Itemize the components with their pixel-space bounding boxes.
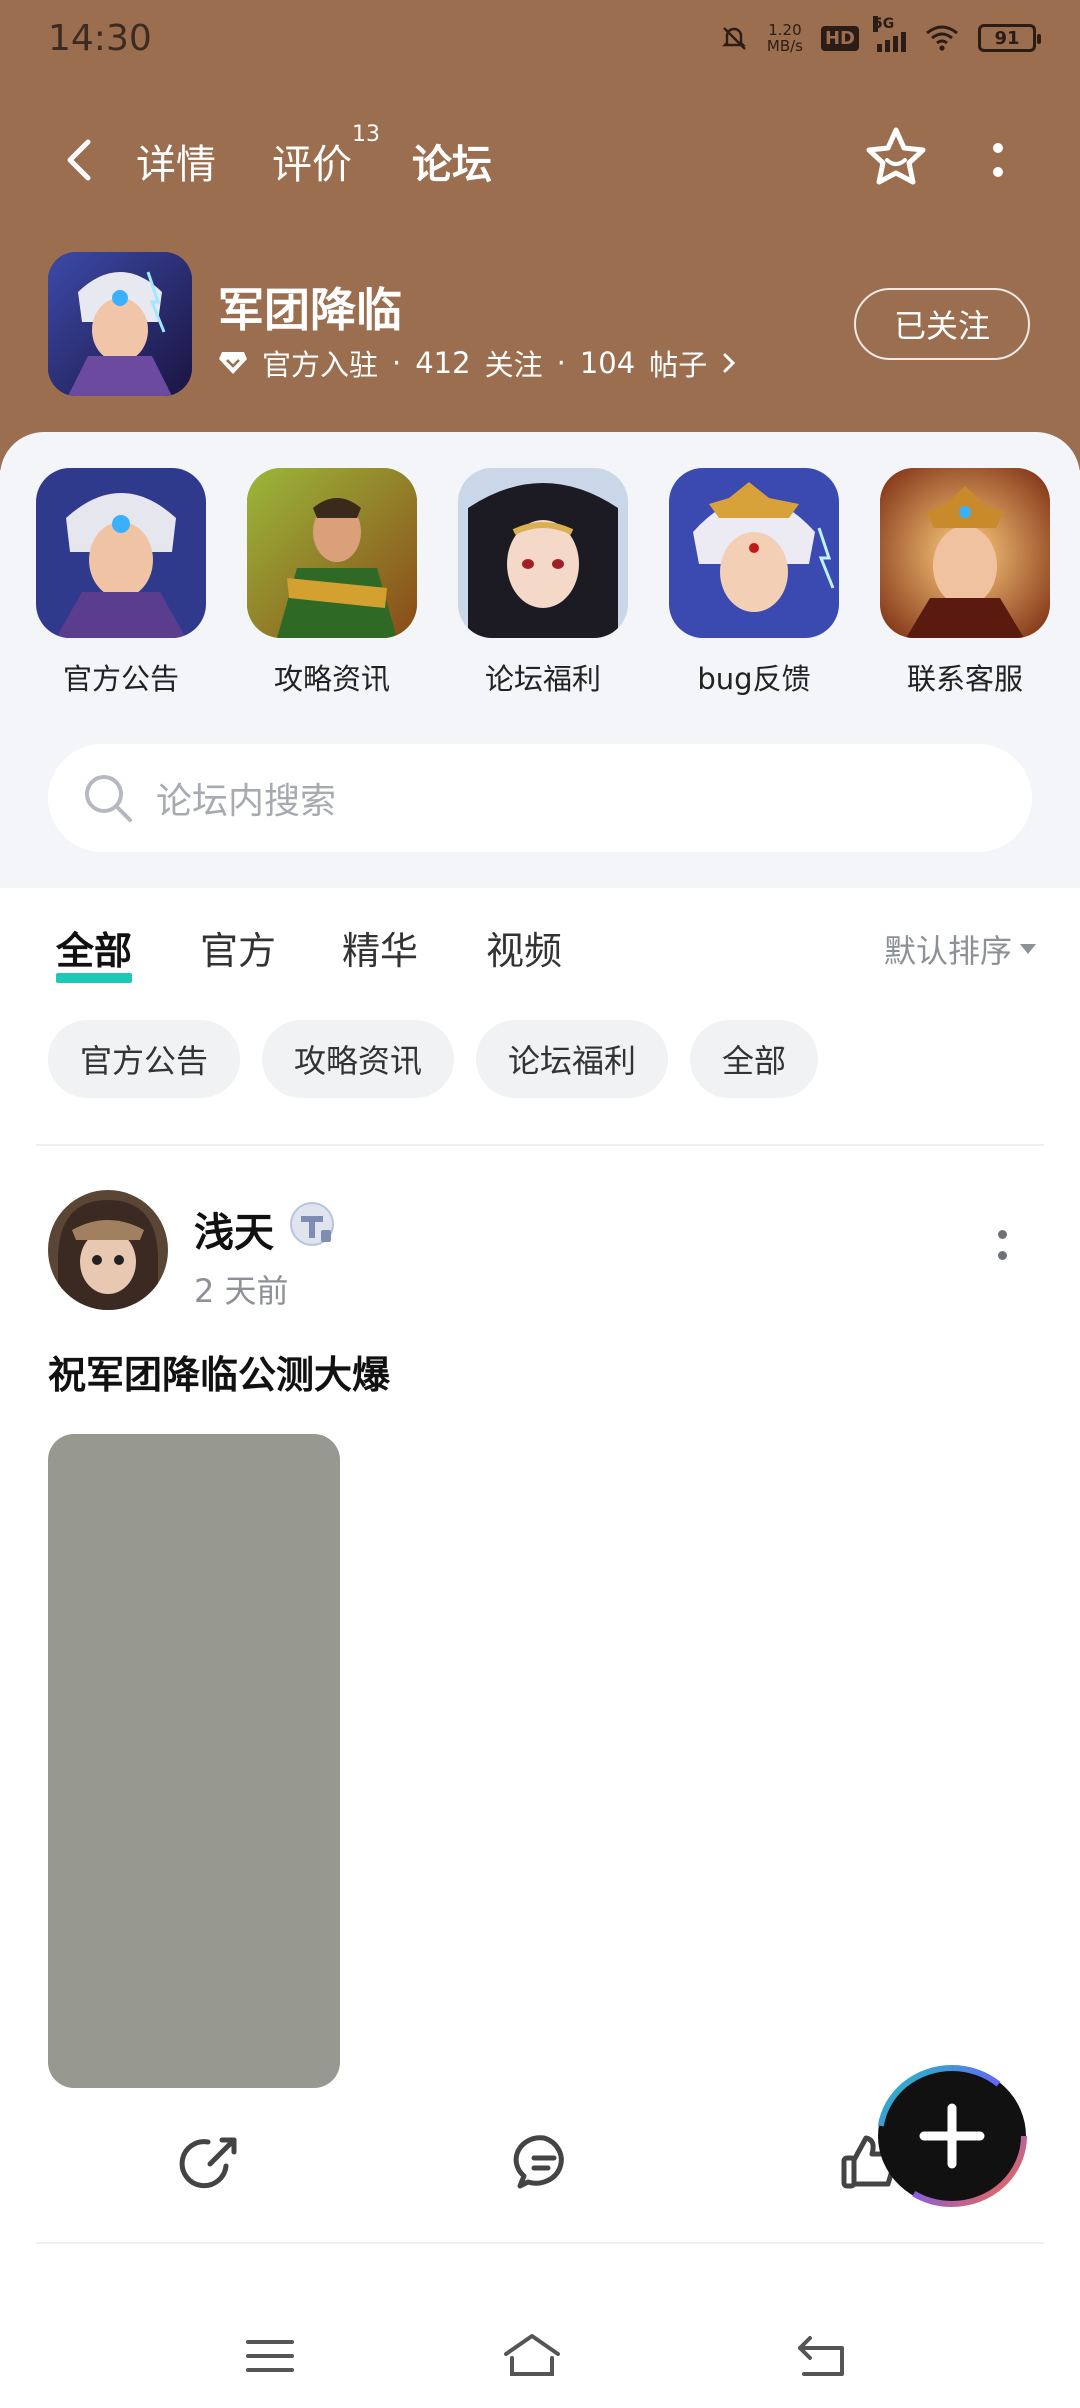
tab-reviews-label: 评价: [272, 142, 352, 188]
divider: [36, 1144, 1044, 1146]
status-icons: 1.20 MB/s HD 5G 91: [719, 16, 1041, 54]
shortcut-label: 联系客服: [906, 662, 1023, 696]
divider: [36, 2242, 1044, 2244]
shortcut-bug-report[interactable]: bug反馈: [669, 468, 839, 698]
battery-icon: 91: [978, 24, 1041, 52]
menu-icon[interactable]: [238, 2324, 302, 2388]
shortcut-support[interactable]: 联系客服: [880, 468, 1050, 698]
chip-all[interactable]: 全部: [690, 1020, 819, 1098]
post-time: 2 天前: [194, 1272, 289, 1310]
sort-dropdown[interactable]: 默认排序: [884, 926, 1036, 972]
comment-icon[interactable]: [512, 2130, 576, 2194]
followers-count: 412: [415, 346, 471, 380]
tab-reviews[interactable]: 评价 13: [272, 122, 380, 190]
shortcut-label: bug反馈: [697, 662, 811, 696]
sort-label: 默认排序: [883, 932, 1012, 970]
post-image[interactable]: [48, 1434, 340, 2088]
shortcut-guides[interactable]: 攻略资讯: [247, 468, 417, 698]
game-icon[interactable]: [48, 252, 192, 396]
hd-icon: HD: [820, 25, 859, 51]
follow-button[interactable]: 已关注: [854, 288, 1030, 360]
post-author[interactable]: 浅天: [194, 1200, 274, 1258]
post-title[interactable]: 祝军团降临公测大爆: [48, 1344, 390, 1399]
filter-tab-video[interactable]: 视频: [486, 920, 562, 975]
filter-tab-featured[interactable]: 精华: [342, 920, 418, 975]
game-name: 军团降临: [218, 283, 402, 337]
top-nav: 详情 评价 13 论坛: [0, 110, 1080, 210]
shortcut-thumb: [247, 468, 417, 638]
game-info: 军团降临 官方入驻 · 412 关注 · 104 帖子 已关注: [48, 252, 1048, 402]
net-speed-unit: MB/s: [766, 37, 803, 55]
search-placeholder: 论坛内搜索: [156, 781, 337, 822]
back-nav-icon[interactable]: [790, 2324, 854, 2388]
posts-count: 104: [579, 346, 636, 380]
official-label: 官方入驻: [262, 348, 379, 382]
filter-tab-all[interactable]: 全部: [56, 920, 133, 983]
shortcut-thumb: [458, 468, 628, 638]
posts-label[interactable]: 帖子: [649, 342, 707, 384]
search-icon: [85, 775, 132, 822]
tab-details[interactable]: 详情: [136, 132, 216, 190]
avatar[interactable]: [48, 1190, 168, 1310]
game-meta: 官方入驻 · 412 关注 · 104 帖子: [218, 342, 737, 384]
diamond-icon: [219, 352, 247, 374]
post-more-button[interactable]: [990, 1230, 1014, 1270]
favorite-star-button[interactable]: [858, 120, 934, 196]
shortcut-list: 官方公告 攻略资讯 论坛福利 bug反馈 联系客服: [36, 468, 1066, 698]
battery-level: 91: [994, 27, 1020, 49]
net-speed: 1.20 MB/s: [767, 22, 803, 54]
mute-bell-icon: [721, 27, 746, 50]
chip-announcement[interactable]: 官方公告: [48, 1020, 241, 1098]
network-type: 5G: [873, 16, 895, 32]
category-chips: 官方公告 攻略资讯 论坛福利 全部: [48, 1020, 819, 1098]
shortcut-label: 论坛福利: [484, 662, 601, 696]
shortcut-thumb: [880, 468, 1050, 638]
followers-label: 关注: [484, 348, 543, 382]
signal-icon: 5G: [873, 16, 906, 52]
header: 14:30 1.20 MB/s HD 5G 91 详情 评价 13 论坛 军团降…: [0, 0, 1080, 470]
shortcut-label: 官方公告: [62, 662, 179, 696]
chip-guides[interactable]: 攻略资讯: [262, 1020, 455, 1098]
forum-panel: 官方公告 攻略资讯 论坛福利 bug反馈 联系客服 论坛内搜索: [0, 432, 1080, 888]
tab-forum-label: 论坛: [412, 142, 492, 188]
tab-forum[interactable]: 论坛: [408, 132, 496, 196]
share-icon[interactable]: [178, 2130, 242, 2194]
shortcut-label: 攻略资讯: [273, 662, 390, 696]
back-button[interactable]: [54, 130, 108, 190]
chip-benefits[interactable]: 论坛福利: [476, 1020, 669, 1098]
wifi-icon: [926, 25, 958, 51]
reviews-count: 13: [352, 122, 380, 147]
shortcut-benefits[interactable]: 论坛福利: [458, 468, 628, 698]
net-speed-value: 1.20: [768, 21, 802, 39]
status-bar: 14:30 1.20 MB/s HD 5G 91: [0, 0, 1080, 84]
home-icon[interactable]: [500, 2324, 564, 2388]
shortcut-thumb: [669, 468, 839, 638]
filter-tabs: 全部 官方 精华 视频 默认排序: [56, 920, 1036, 983]
user-badge-icon: [290, 1202, 334, 1246]
system-nav-bar: [0, 2310, 1080, 2408]
chevron-right-icon: [723, 353, 736, 373]
tab-details-label: 详情: [136, 142, 216, 188]
shortcut-announcement[interactable]: 官方公告: [36, 468, 206, 698]
more-options-button[interactable]: [978, 130, 1018, 190]
search-input[interactable]: 论坛内搜索: [48, 744, 1032, 852]
shortcut-thumb: [36, 468, 206, 638]
create-post-button[interactable]: [872, 2062, 1032, 2210]
meta-dot: ·: [392, 346, 402, 380]
caret-down-icon: [1020, 944, 1036, 954]
status-time: 14:30: [48, 18, 152, 59]
meta-dot: ·: [556, 346, 566, 380]
filter-tab-official[interactable]: 官方: [200, 920, 276, 975]
